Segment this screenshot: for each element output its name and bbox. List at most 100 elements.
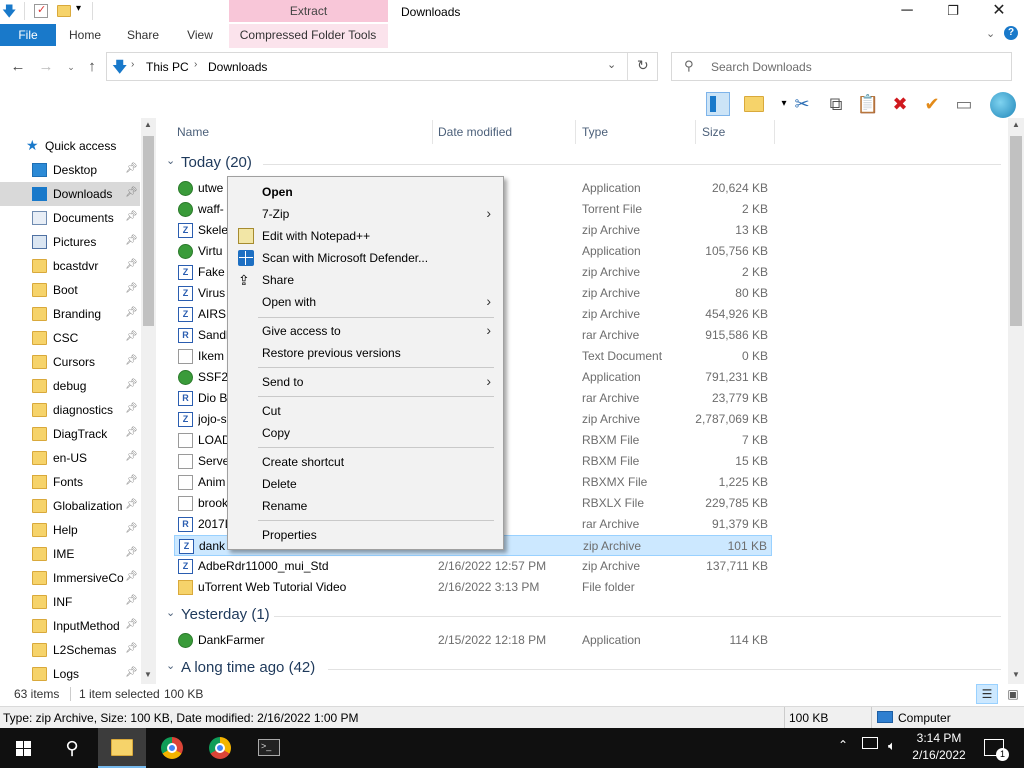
menu-item-create-shortcut[interactable]: Create shortcut [230, 451, 501, 473]
column-header-date[interactable]: Date modified [438, 125, 512, 139]
group-today[interactable]: Today (20) [181, 154, 252, 171]
taskbar-file-explorer[interactable] [98, 728, 146, 768]
tray-overflow-icon[interactable]: ⌃ [838, 738, 848, 752]
nav-item-bcastdvr[interactable]: bcastdvr 📌︎ [0, 254, 140, 278]
column-header-name[interactable]: Name [177, 125, 209, 139]
ribbon-expand-icon[interactable]: ⌄ [986, 27, 995, 40]
nav-item-fonts[interactable]: Fonts 📌︎ [0, 470, 140, 494]
tab-compressed-folder-tools[interactable]: Compressed Folder Tools [232, 24, 384, 46]
menu-item-copy[interactable]: Copy [230, 422, 501, 444]
nav-item-debug[interactable]: debug 📌︎ [0, 374, 140, 398]
minimize-button[interactable]: ─ [884, 0, 930, 24]
customize-dropdown-icon[interactable]: ▾ [76, 3, 81, 14]
nav-item-documents[interactable]: Documents 📌︎ [0, 206, 140, 230]
tab-home[interactable]: Home [62, 24, 108, 46]
nav-item-downloads[interactable]: Downloads 📌︎ [0, 182, 140, 206]
pin-icon[interactable]: 📌︎ [125, 259, 138, 270]
pin-icon[interactable]: 📌︎ [125, 187, 138, 198]
group-yesterday[interactable]: Yesterday (1) [181, 606, 270, 623]
column-divider[interactable] [695, 120, 696, 144]
globe-icon[interactable] [990, 92, 1016, 118]
menu-item-restore-versions[interactable]: Restore previous versions [230, 342, 501, 364]
menu-item-share[interactable]: ⇪ Share [230, 269, 501, 291]
pin-icon[interactable]: 📌︎ [125, 355, 138, 366]
breadcrumb-downloads[interactable]: Downloads [208, 60, 267, 74]
search-input[interactable]: Search Downloads [711, 60, 812, 74]
folder-options-icon[interactable] [744, 96, 764, 112]
nav-scroll-thumb[interactable] [143, 136, 154, 326]
pin-icon[interactable]: 📌︎ [125, 619, 138, 630]
nav-item-inputmethod[interactable]: InputMethod 📌︎ [0, 614, 140, 638]
content-scroll-thumb[interactable] [1010, 136, 1022, 326]
column-header-type[interactable]: Type [582, 125, 608, 139]
help-icon[interactable]: ? [1004, 26, 1018, 40]
taskbar-terminal[interactable]: >_ [246, 728, 294, 768]
pin-icon[interactable]: 📌︎ [125, 283, 138, 294]
pin-icon[interactable]: 📌︎ [125, 451, 138, 462]
pin-icon[interactable]: 📌︎ [125, 379, 138, 390]
pin-icon[interactable]: 📌︎ [125, 499, 138, 510]
pin-icon[interactable]: 📌︎ [125, 547, 138, 558]
menu-item-rename[interactable]: Rename [230, 495, 501, 517]
nav-item-diagnostics[interactable]: diagnostics 📌︎ [0, 398, 140, 422]
collapse-chevron-icon[interactable]: ⌄ [166, 606, 175, 619]
pin-icon[interactable]: 📌︎ [125, 307, 138, 318]
file-row[interactable]: DankFarmer 2/15/2022 12:18 PM Application 1… [174, 630, 772, 651]
checkmark-icon[interactable]: ✔ [920, 92, 944, 116]
nav-item-globalization[interactable]: Globalization 📌︎ [0, 494, 140, 518]
up-arrow-icon[interactable]: ↑ [83, 58, 101, 76]
pin-icon[interactable]: 📌︎ [125, 643, 138, 654]
nav-item-diagtrack[interactable]: DiagTrack 📌︎ [0, 422, 140, 446]
properties-icon[interactable]: ✓ [34, 4, 48, 18]
delete-icon[interactable]: ✖ [888, 92, 912, 116]
breadcrumb-chevron-icon[interactable]: › [194, 59, 197, 70]
nav-item-branding[interactable]: Branding 📌︎ [0, 302, 140, 326]
close-button[interactable]: ✕ [976, 0, 1022, 24]
clock-date[interactable]: 2/16/2022 [908, 748, 970, 762]
large-icons-view-icon[interactable]: ▣ [1003, 684, 1023, 704]
breadcrumb-chevron-icon[interactable]: › [131, 59, 134, 70]
taskbar-search-icon[interactable]: ⚲ [48, 728, 96, 768]
clock-time[interactable]: 3:14 PM [914, 731, 964, 745]
menu-item-send-to[interactable]: Send to › [230, 371, 501, 393]
collapse-chevron-icon[interactable]: ⌄ [166, 154, 175, 167]
maximize-button[interactable]: ❐ [930, 0, 976, 24]
rename-icon[interactable]: ▭ [952, 92, 976, 116]
tab-share[interactable]: Share [120, 24, 166, 46]
menu-item-scan-defender[interactable]: Scan with Microsoft Defender... [230, 247, 501, 269]
copy-icon[interactable]: ⧉ [824, 92, 848, 116]
menu-item-cut[interactable]: Cut [230, 400, 501, 422]
pin-icon[interactable]: 📌︎ [125, 523, 138, 534]
nav-item-en-us[interactable]: en-US 📌︎ [0, 446, 140, 470]
taskbar-chrome-2[interactable] [196, 728, 244, 768]
group-long-ago[interactable]: A long time ago (42) [181, 659, 315, 676]
nav-item-logs[interactable]: Logs 📌︎ [0, 662, 140, 686]
recent-locations-icon[interactable]: ⌄ [62, 58, 80, 76]
breadcrumb-this-pc[interactable]: This PC [146, 60, 189, 74]
nav-item-immersiveco[interactable]: ImmersiveCo 📌︎ [0, 566, 140, 590]
nav-item-ime[interactable]: IME 📌︎ [0, 542, 140, 566]
menu-item-give-access[interactable]: Give access to › [230, 320, 501, 342]
cut-icon[interactable]: ✂ [790, 92, 814, 116]
column-divider[interactable] [774, 120, 775, 144]
file-row[interactable]: Z AdbeRdr11000_mui_Std 2/16/2022 12:57 PM z… [174, 556, 772, 577]
pin-icon[interactable]: 📌︎ [125, 403, 138, 414]
pin-icon[interactable]: 📌︎ [125, 211, 138, 222]
tab-file[interactable]: File [0, 24, 56, 46]
preview-pane-icon[interactable] [706, 92, 730, 116]
network-icon[interactable] [862, 737, 878, 749]
menu-item-open-with[interactable]: Open with › [230, 291, 501, 313]
taskbar-chrome[interactable] [148, 728, 196, 768]
content-scrollbar[interactable]: ▲ ▼ [1008, 118, 1024, 684]
nav-item-pictures[interactable]: Pictures 📌︎ [0, 230, 140, 254]
menu-item-properties[interactable]: Properties [230, 524, 501, 546]
menu-item-edit-notepad[interactable]: Edit with Notepad++ [230, 225, 501, 247]
volume-icon[interactable]: 🔈︎ [888, 738, 896, 754]
menu-item-7zip[interactable]: 7-Zip › [230, 203, 501, 225]
pin-icon[interactable]: 📌︎ [125, 163, 138, 174]
nav-item-csc[interactable]: CSC 📌︎ [0, 326, 140, 350]
pin-icon[interactable]: 📌︎ [125, 427, 138, 438]
nav-item-help[interactable]: Help 📌︎ [0, 518, 140, 542]
address-bar[interactable]: 🡇 › This PC › Downloads ⌄ ↻ [106, 52, 658, 81]
nav-item-boot[interactable]: Boot 📌︎ [0, 278, 140, 302]
